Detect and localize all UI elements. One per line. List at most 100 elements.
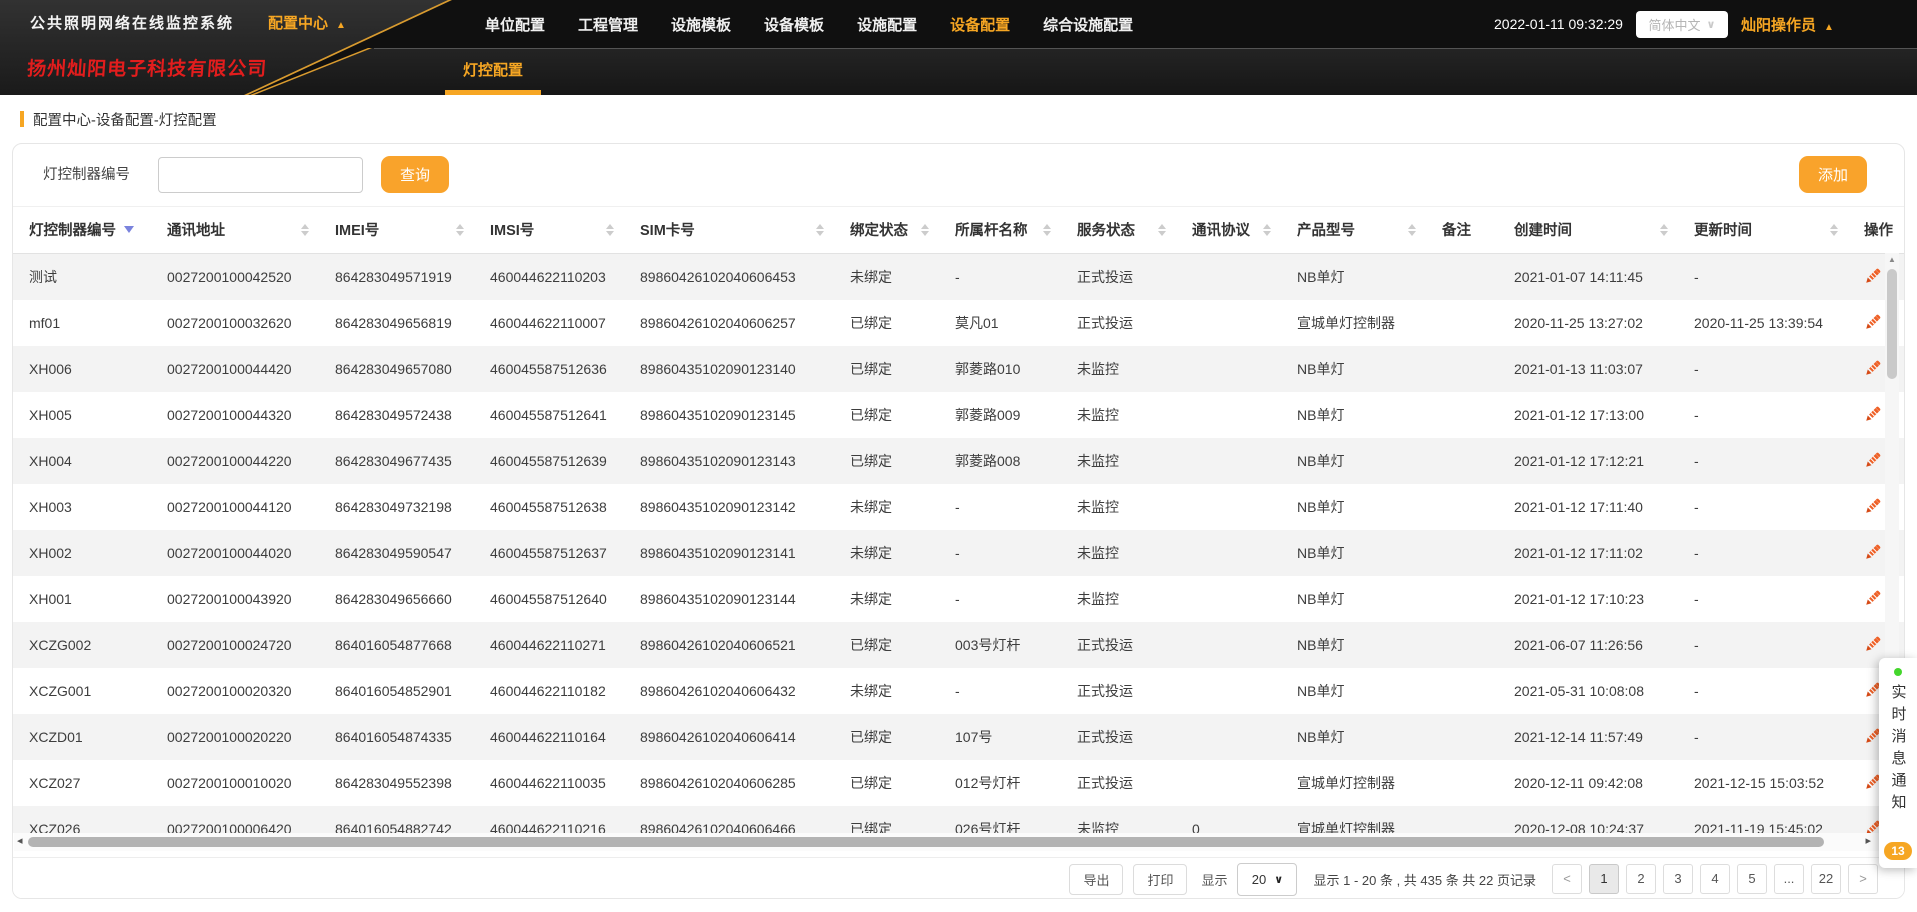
center-menu-button[interactable]: 配置中心▲ [268, 0, 346, 48]
edit-pencil-icon[interactable] [1864, 635, 1882, 653]
column-label: SIM卡号 [640, 219, 695, 240]
edit-pencil-icon[interactable] [1864, 359, 1882, 377]
breadcrumb-accent-bar [20, 111, 24, 127]
notification-count-badge: 13 [1884, 842, 1911, 860]
sort-icons[interactable] [1660, 224, 1668, 236]
table-cell [1426, 392, 1498, 438]
table-cell: 2021-01-12 17:10:23 [1498, 576, 1678, 622]
export-button[interactable]: 导出 [1069, 864, 1123, 895]
page-button-3[interactable]: 3 [1663, 864, 1693, 894]
table-row: 测试00272001000425208642830495719194600446… [13, 254, 1904, 301]
page-button-5[interactable]: 5 [1737, 864, 1767, 894]
sort-desc-icon[interactable] [124, 226, 134, 233]
column-header-1[interactable]: 灯控制器编号 [13, 206, 151, 254]
column-header-9[interactable]: 通讯协议 [1176, 206, 1281, 254]
controller-number-input[interactable] [158, 157, 363, 193]
column-header-5[interactable]: SIM卡号 [624, 206, 834, 254]
table-cell: 2020-11-25 13:27:02 [1498, 300, 1678, 346]
top-header: 公共照明网络在线监控系统 配置中心▲ 单位配置工程管理设施模板设备模板设施配置设… [0, 0, 1917, 95]
add-button[interactable]: 添加 [1799, 156, 1867, 193]
edit-pencil-icon[interactable] [1864, 451, 1882, 469]
column-header-6[interactable]: 绑定状态 [834, 206, 939, 254]
table-cell: 0027200100032620 [151, 300, 319, 346]
page-button-22[interactable]: 22 [1811, 864, 1841, 894]
sort-icons[interactable] [921, 224, 929, 236]
table-row: XH00200272001000440208642830495905474600… [13, 530, 1904, 576]
column-header-7[interactable]: 所属杆名称 [939, 206, 1061, 254]
page-button-1[interactable]: 1 [1589, 864, 1619, 894]
sort-icons[interactable] [606, 224, 614, 236]
column-header-4[interactable]: IMSI号 [474, 206, 624, 254]
sort-icons[interactable] [1158, 224, 1166, 236]
table-cell: 89860435102090123143 [624, 438, 834, 484]
nav-item-1[interactable]: 单位配置 [485, 14, 545, 35]
sort-icons[interactable] [1408, 224, 1416, 236]
nav-item-4[interactable]: 设备模板 [764, 14, 824, 35]
nav-item-2[interactable]: 工程管理 [578, 14, 638, 35]
sort-icons[interactable] [816, 224, 824, 236]
nav-item-7[interactable]: 综合设施配置 [1043, 14, 1133, 35]
page-size-select[interactable]: 20 ∨ [1237, 863, 1297, 896]
page-button-4[interactable]: 4 [1700, 864, 1730, 894]
page-button-2[interactable]: 2 [1626, 864, 1656, 894]
table-row: XCZ0270027200100010020864283049552398460… [13, 760, 1904, 806]
scroll-up-icon[interactable]: ▲ [1885, 255, 1899, 264]
nav-item-6[interactable]: 设备配置 [950, 14, 1010, 35]
nav-item-3[interactable]: 设施模板 [671, 14, 731, 35]
table-cell: 已绑定 [834, 438, 939, 484]
column-header-12[interactable]: 创建时间 [1498, 206, 1678, 254]
table-cell: XH006 [13, 346, 151, 392]
table-cell: 0027200100042520 [151, 254, 319, 301]
table-cell: 2021-01-12 17:11:40 [1498, 484, 1678, 530]
language-select[interactable]: 简体中文 ∨ [1636, 11, 1728, 38]
page-size-value: 20 [1252, 872, 1266, 887]
tab-lamp-control-config[interactable]: 灯控配置 [445, 48, 541, 95]
column-header-13[interactable]: 更新时间 [1678, 206, 1848, 254]
sort-icons[interactable] [301, 224, 309, 236]
table-cell: 2020-11-25 13:39:54 [1678, 300, 1848, 346]
edit-pencil-icon[interactable] [1864, 313, 1882, 331]
table-row: XH00500272001000443208642830495724384600… [13, 392, 1904, 438]
sort-icons[interactable] [456, 224, 464, 236]
table-cell: 已绑定 [834, 392, 939, 438]
sort-icons[interactable] [1043, 224, 1051, 236]
column-header-10[interactable]: 产品型号 [1281, 206, 1426, 254]
sort-icons[interactable] [1830, 224, 1838, 236]
query-button[interactable]: 查询 [381, 156, 449, 193]
scroll-right-icon[interactable]: ▸ [1865, 834, 1871, 847]
table-cell: NB单灯 [1281, 622, 1426, 668]
edit-pencil-icon[interactable] [1864, 589, 1882, 607]
controllers-table: 灯控制器编号通讯地址IMEI号IMSI号 SIM卡号 绑定状态所属杆名称服务状态通讯… [13, 206, 1904, 833]
table-cell: - [939, 254, 1061, 301]
table-row: XH00400272001000442208642830496774354600… [13, 438, 1904, 484]
edit-pencil-icon[interactable] [1864, 405, 1882, 423]
caret-up-icon: ▲ [1824, 22, 1834, 33]
datetime-label: 2022-01-11 09:32:29 [1494, 16, 1623, 32]
table-cell: 460044622110203 [474, 254, 624, 301]
edit-pencil-icon[interactable] [1864, 543, 1882, 561]
nav-item-5[interactable]: 设施配置 [857, 14, 917, 35]
user-menu-button[interactable]: 灿阳操作员▲ [1741, 14, 1834, 35]
chevron-down-icon: ∨ [1274, 873, 1283, 886]
edit-pencil-icon[interactable] [1864, 267, 1882, 285]
sort-icons[interactable] [1263, 224, 1271, 236]
page-next-button[interactable]: > [1848, 864, 1878, 894]
horizontal-scroll-thumb[interactable] [28, 837, 1824, 847]
table-cell: 460045587512641 [474, 392, 624, 438]
horizontal-scrollbar[interactable]: ◂ ▸ [14, 833, 1903, 851]
scroll-left-icon[interactable]: ◂ [17, 834, 23, 847]
column-header-2[interactable]: 通讯地址 [151, 206, 319, 254]
edit-pencil-icon[interactable] [1864, 497, 1882, 515]
column-header-3[interactable]: IMEI号 [319, 206, 474, 254]
column-header-8[interactable]: 服务状态 [1061, 206, 1176, 254]
page-prev-button[interactable]: < [1552, 864, 1582, 894]
realtime-notification-tab[interactable]: 实时消息通知 13 [1879, 658, 1917, 868]
vertical-scroll-thumb[interactable] [1887, 269, 1897, 379]
table-cell [1426, 346, 1498, 392]
table-cell [1176, 622, 1281, 668]
table-cell: 89860435102090123144 [624, 576, 834, 622]
table-cell: - [1678, 392, 1848, 438]
page-button-...[interactable]: ... [1774, 864, 1804, 894]
table-cell: 89860435102090123145 [624, 392, 834, 438]
print-button[interactable]: 打印 [1133, 864, 1187, 895]
